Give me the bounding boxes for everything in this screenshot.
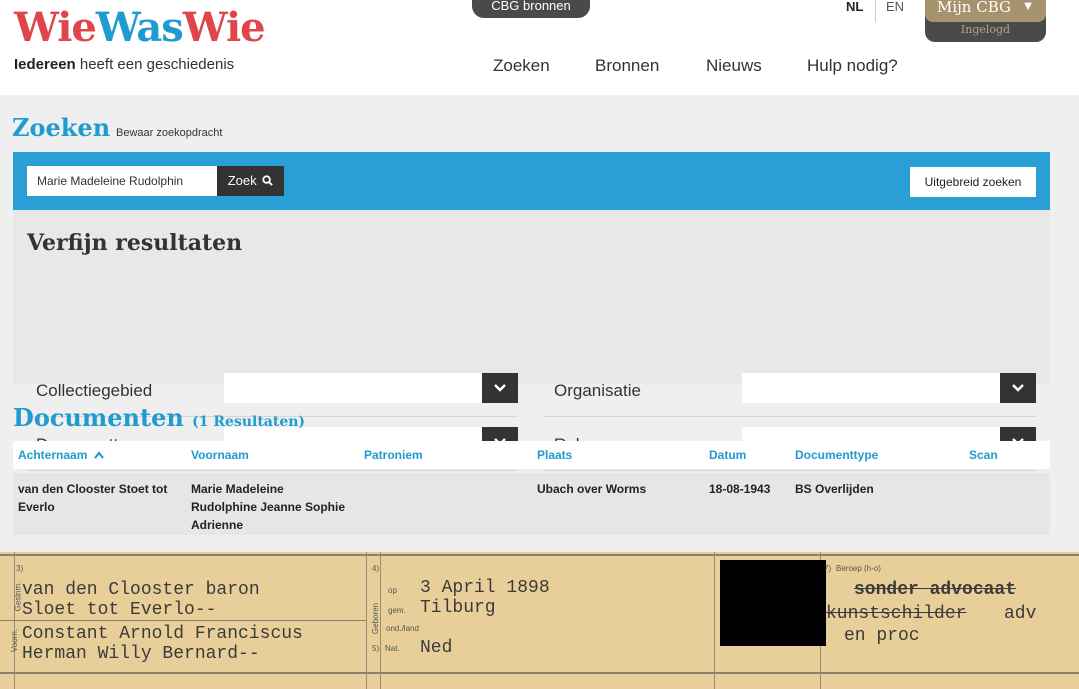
- scan-rule: [714, 552, 715, 689]
- filter-label-collectiegebied: Collectiegebied: [36, 381, 153, 400]
- cell-line: Rudolphine Jeanne Sophie: [191, 500, 346, 514]
- sort-up-icon: [93, 451, 104, 459]
- redaction-block: [720, 560, 826, 646]
- scan-field-label: Nat.: [385, 644, 400, 653]
- tagline: Iedereen heeft een geschiedenis: [14, 56, 234, 73]
- cbg-bronnen-button[interactable]: CBG bronnen: [472, 0, 590, 18]
- tagline-bold: Iedereen: [14, 56, 76, 73]
- logo-part-1: Wie: [14, 4, 97, 51]
- col-header-plaats[interactable]: Plaats: [537, 448, 572, 462]
- main-content: Zoeken Bewaar zoekopdracht Zoek Uitgebre…: [0, 95, 1079, 552]
- col-header-datum[interactable]: Datum: [709, 448, 746, 462]
- filter-organisatie-select[interactable]: [742, 373, 1036, 403]
- scan-side-label: Voorn.: [10, 628, 20, 653]
- scan-birth-date: 3 April 1898: [420, 578, 550, 598]
- filter-divider: [544, 470, 1036, 471]
- scan-rule: [366, 552, 367, 689]
- nav-nieuws[interactable]: Nieuws: [706, 56, 762, 76]
- scan-field-label: 7): [824, 564, 832, 573]
- account-status: Ingelogd: [960, 23, 1011, 36]
- caret-down-icon: ▼: [1024, 1, 1032, 12]
- scan-field-label: Beroep (h-o): [836, 564, 881, 573]
- cell-plaats: Ubach over Worms: [537, 482, 647, 496]
- document-scan-image: 3) Geslnm. Voorn. van den Clooster baron…: [0, 552, 1079, 689]
- search-input[interactable]: [27, 166, 217, 196]
- cell-voornaam: Marie Madeleine Rudolphine Jeanne Sophie…: [191, 480, 361, 534]
- scan-occupation-1: sonder advocaat: [854, 580, 1017, 600]
- cell-line: Marie Madeleine: [191, 482, 284, 496]
- logo-part-3: Wie: [182, 4, 266, 51]
- lang-en-link[interactable]: EN: [886, 0, 904, 14]
- col-header-label: Achternaam: [18, 448, 88, 462]
- tagline-rest: heeft een geschiedenis: [79, 56, 235, 73]
- scan-rule: [0, 672, 1079, 674]
- logo-part-2: Was: [95, 4, 184, 51]
- filter-collectiegebied-select[interactable]: [224, 373, 518, 403]
- search-title: Zoeken: [12, 113, 111, 142]
- results-table-header: Achternaam Voornaam Patroniem Plaats Dat…: [13, 441, 1050, 469]
- account-label: Mijn CBG: [937, 0, 1011, 16]
- scan-rule: [0, 620, 366, 621]
- lang-nl-link[interactable]: NL: [846, 0, 863, 14]
- save-search-link[interactable]: Bewaar zoekopdracht: [116, 127, 222, 139]
- cell-line: Adrienne: [191, 518, 244, 532]
- documents-title: Documenten (1 Resultaten): [13, 403, 305, 432]
- chevron-down-icon[interactable]: [1000, 373, 1036, 403]
- account-menu[interactable]: Mijn CBG ▼ Ingelogd: [925, 0, 1046, 42]
- scan-field-label: 4): [372, 564, 380, 573]
- filter-divider: [26, 470, 518, 471]
- scan-field-label: 5): [372, 644, 380, 653]
- nav-bronnen[interactable]: Bronnen: [595, 56, 659, 76]
- documents-count: (1 Resultaten): [192, 414, 306, 430]
- col-header-achternaam[interactable]: Achternaam: [18, 448, 104, 462]
- lang-divider: [875, 0, 876, 22]
- col-header-voornaam[interactable]: Voornaam: [191, 448, 249, 462]
- scan-surname-1: van den Clooster baron: [22, 580, 260, 600]
- scan-rule: [380, 552, 381, 689]
- col-header-documenttype[interactable]: Documenttype: [795, 448, 878, 462]
- refine-title: Verfijn resultaten: [27, 230, 243, 256]
- scan-field-label: 3): [16, 564, 24, 573]
- scan-birth-place: Tilburg: [420, 598, 496, 618]
- scan-rule: [0, 554, 1079, 556]
- nav-zoeken[interactable]: Zoeken: [493, 56, 550, 76]
- scan-field-label: ond./land: [386, 624, 419, 633]
- scan-nationality: Ned: [420, 638, 453, 658]
- chevron-down-icon[interactable]: [482, 373, 518, 403]
- scan-field-label: op: [388, 586, 397, 595]
- scan-side-label: Geboren: [371, 602, 381, 635]
- cell-achternaam: van den Clooster Stoet tot Everlo: [18, 480, 188, 516]
- cell-datum: 18-08-1943: [709, 482, 771, 496]
- documents-title-text: Documenten: [13, 403, 184, 432]
- cell-line: Everlo: [18, 500, 55, 514]
- scan-occupation-3: en proc: [844, 626, 920, 646]
- filter-label-organisatie: Organisatie: [554, 381, 641, 400]
- search-bar: Zoek Uitgebreid zoeken: [13, 152, 1050, 210]
- table-row[interactable]: van den Clooster Stoet tot Everlo Marie …: [13, 473, 1050, 535]
- col-header-patroniem[interactable]: Patroniem: [364, 448, 423, 462]
- nav-hulp[interactable]: Hulp nodig?: [807, 56, 898, 76]
- account-menu-button[interactable]: Mijn CBG ▼: [925, 0, 1046, 22]
- search-icon: [262, 175, 274, 186]
- site-header: WieWasWie Iedereen heeft een geschiedeni…: [0, 0, 1079, 95]
- filter-divider: [544, 416, 1036, 417]
- scan-field-label: gem.: [388, 606, 406, 615]
- site-logo[interactable]: WieWasWie: [14, 4, 266, 51]
- search-button-label: Zoek: [227, 173, 257, 188]
- scan-surname-2: Sloet tot Everlo--: [22, 600, 217, 620]
- advanced-search-button[interactable]: Uitgebreid zoeken: [910, 167, 1036, 197]
- cell-documenttype: BS Overlijden: [795, 482, 874, 496]
- col-header-scan[interactable]: Scan: [969, 448, 998, 462]
- scan-given-2: Herman Willy Bernard--: [22, 644, 260, 664]
- scan-occupation-2b: adv: [1004, 604, 1037, 624]
- cell-line: van den Clooster Stoet tot: [18, 482, 168, 496]
- refine-panel: Verfijn resultaten Collectiegebied Organ…: [13, 210, 1050, 471]
- scan-given-1: Constant Arnold Franciscus: [22, 624, 303, 644]
- scan-occupation-2a: kunstschilder: [826, 604, 967, 624]
- search-button[interactable]: Zoek: [217, 166, 284, 196]
